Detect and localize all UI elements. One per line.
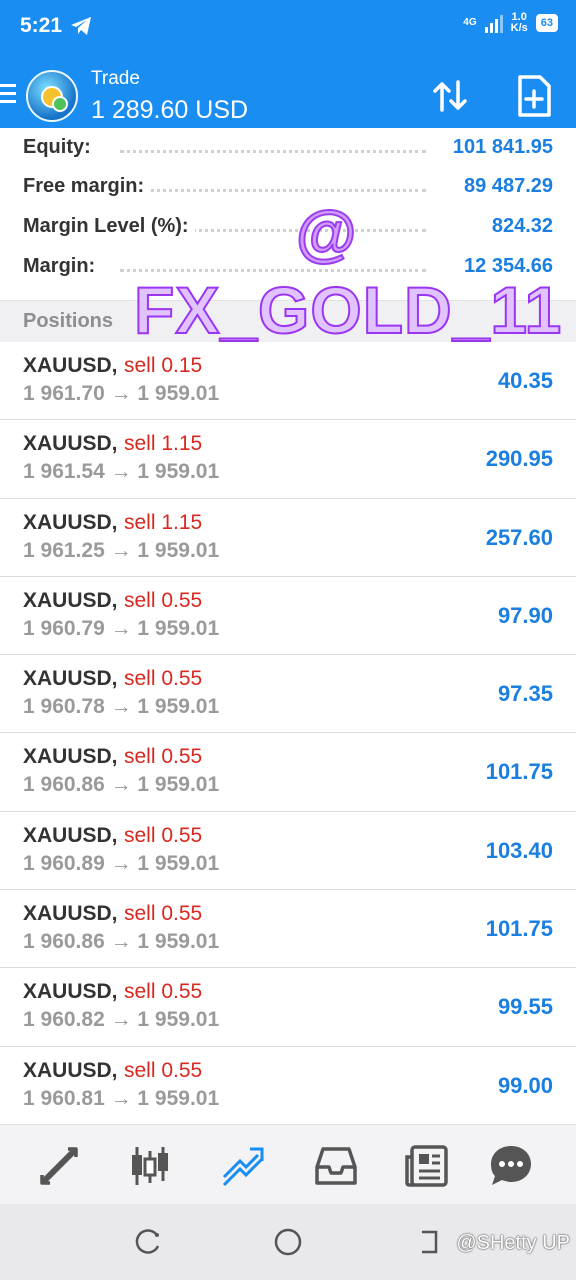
account-balance: 1 289.60 USD (91, 96, 249, 124)
new-order-icon[interactable] (514, 74, 554, 118)
summary-row-equity: Equity: 101 841.95 (0, 128, 576, 168)
position-profit: 40.35 (497, 368, 553, 393)
account-label: Trade (91, 68, 140, 89)
signal-icon (484, 13, 503, 33)
position-prices: 1 960.78 → 1 959.01 (23, 695, 220, 719)
position-side: sell 0.55 (124, 1058, 203, 1082)
bottom-tab-bar (0, 1124, 576, 1204)
position-row[interactable]: XAUUSD, sell 0.55 1 960.89 → 1 959.01 103.4… (0, 811, 576, 891)
dotted-leader (120, 189, 426, 192)
position-row[interactable]: XAUUSD, sell 1.15 1 961.25 → 1 959.01 257.6… (0, 498, 576, 577)
status-time: 5:21 (20, 14, 63, 37)
summary-label: Margin: (23, 255, 102, 278)
position-symbol: XAUUSD, (23, 980, 118, 1004)
watermark-tag: FX_GOLD_11 (133, 272, 563, 348)
position-profit: 101.75 (485, 759, 553, 785)
position-prices: 1 961.54 → 1 959.01 (23, 460, 220, 484)
position-profit: 103.40 (485, 837, 553, 863)
summary-label: Equity: (23, 136, 97, 159)
position-prices: 1 960.79 → 1 959.01 (23, 616, 220, 640)
telegram-icon (71, 17, 91, 35)
summary-row-margin-level: Margin Level (%): 824.32 (0, 207, 576, 247)
app-bar: Trade 1 289.60 USD (0, 54, 576, 138)
net-speed: 1.0 K/s (511, 12, 528, 34)
position-prices: 1 960.86 → 1 959.01 (23, 930, 220, 954)
dotted-leader (120, 150, 426, 153)
position-row[interactable]: XAUUSD, sell 0.55 1 960.86 → 1 959.01 101.7… (0, 890, 576, 969)
position-side: sell 0.55 (124, 745, 203, 769)
summary-row-free-margin: Free margin: 89 487.29 (0, 167, 576, 207)
summary-value: 89 487.29 (458, 175, 553, 198)
position-side: sell 1.15 (124, 432, 203, 456)
position-row[interactable]: XAUUSD, sell 0.55 1 960.79 → 1 959.01 97.90 (0, 576, 576, 656)
news-icon[interactable] (404, 1143, 450, 1189)
position-symbol: XAUUSD, (23, 1058, 118, 1082)
summary-label: Margin Level (%): (23, 215, 195, 238)
position-profit: 257.60 (485, 524, 553, 550)
position-profit: 101.75 (485, 916, 553, 942)
credit-watermark: @SHetty UP (456, 1232, 570, 1254)
history-icon[interactable] (313, 1143, 359, 1189)
position-profit: 290.95 (485, 446, 553, 472)
position-row[interactable]: XAUUSD, sell 1.15 1 961.54 → 1 959.01 290.9… (0, 420, 576, 499)
position-prices: 1 961.70 → 1 959.01 (23, 382, 220, 405)
position-row[interactable]: XAUUSD, sell 0.55 1 960.82 → 1 959.01 99.55 (0, 968, 576, 1047)
status-bar: 5:21 4G 1.0 K/s 63 (0, 0, 576, 54)
menu-icon[interactable] (0, 84, 18, 106)
position-prices: 1 960.89 → 1 959.01 (23, 851, 220, 875)
watermark-at: @ (295, 198, 357, 269)
position-side: sell 0.55 (124, 588, 203, 612)
status-right: 4G 1.0 K/s 63 (463, 12, 558, 34)
system-nav-bar: @SHetty UP (0, 1204, 576, 1280)
positions-list: XAUUSD, sell 0.15 1 961.70 → 1 959.01 40.35… (0, 342, 576, 1125)
summary-value: 101 841.95 (446, 136, 553, 159)
position-side: sell 0.55 (124, 823, 203, 847)
summary-label: Free margin: (23, 175, 151, 198)
trade-icon[interactable] (220, 1143, 266, 1189)
position-symbol: XAUUSD, (23, 902, 118, 926)
position-profit: 99.00 (497, 1072, 553, 1098)
position-row[interactable]: XAUUSD, sell 0.15 1 961.70 → 1 959.01 40.35 (0, 342, 576, 421)
position-row[interactable]: XAUUSD, sell 0.55 1 960.78 → 1 959.01 97.35 (0, 655, 576, 734)
position-row[interactable]: XAUUSD, sell 0.55 1 960.86 → 1 959.01 101.7… (0, 733, 576, 812)
position-side: sell 0.55 (124, 980, 203, 1004)
back-icon[interactable] (412, 1226, 444, 1258)
position-side: sell 0.15 (124, 354, 203, 377)
position-symbol: XAUUSD, (23, 823, 118, 847)
net-speed-unit: K/s (510, 22, 528, 34)
position-row[interactable]: XAUUSD, sell 0.55 1 960.81 → 1 959.01 99.00 (0, 1046, 576, 1125)
sort-icon[interactable] (430, 76, 470, 116)
position-symbol: XAUUSD, (23, 510, 118, 534)
app-logo[interactable] (26, 70, 78, 122)
recents-icon[interactable] (132, 1226, 164, 1258)
position-side: sell 0.55 (124, 667, 203, 691)
position-profit: 99.55 (497, 994, 553, 1020)
position-prices: 1 961.25 → 1 959.01 (23, 538, 220, 562)
summary-value: 824.32 (485, 215, 553, 238)
chat-icon[interactable] (488, 1143, 534, 1189)
position-symbol: XAUUSD, (23, 745, 118, 769)
position-prices: 1 960.86 → 1 959.01 (23, 773, 220, 797)
top-bar: 5:21 4G 1.0 K/s 63 Trade 1 289.60 USD (0, 0, 576, 138)
positions-title: Positions (23, 310, 114, 332)
position-symbol: XAUUSD, (23, 667, 118, 691)
position-prices: 1 960.81 → 1 959.01 (23, 1086, 220, 1110)
position-prices: 1 960.82 → 1 959.01 (23, 1008, 220, 1032)
home-icon[interactable] (272, 1226, 304, 1258)
chart-icon[interactable] (127, 1143, 173, 1189)
position-profit: 97.35 (497, 681, 553, 707)
position-symbol: XAUUSD, (23, 354, 118, 377)
position-side: sell 0.55 (124, 902, 203, 926)
battery-icon: 63 (535, 14, 558, 32)
position-profit: 97.90 (497, 602, 553, 628)
position-symbol: XAUUSD, (23, 432, 118, 456)
quotes-icon[interactable] (36, 1143, 82, 1189)
network-type: 4G (463, 17, 477, 28)
position-symbol: XAUUSD, (23, 588, 118, 612)
position-side: sell 1.15 (124, 510, 203, 534)
